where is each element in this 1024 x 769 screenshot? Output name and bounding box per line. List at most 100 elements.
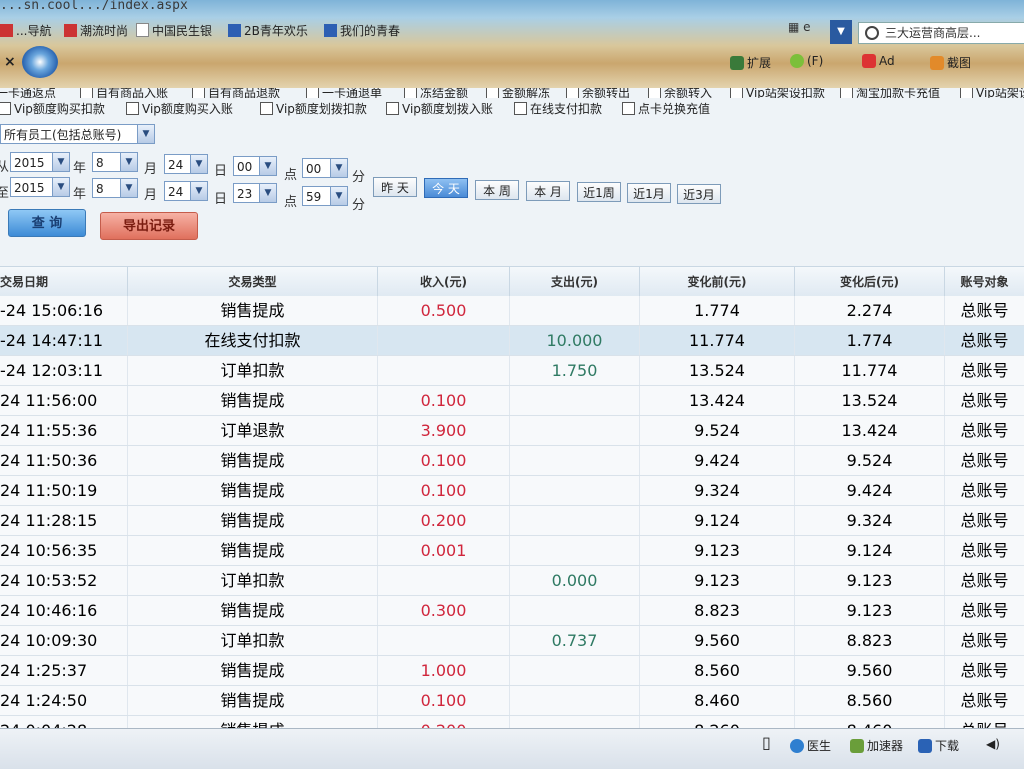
type-checkbox-row-1: 一卡通返点 自有商品入账 自有商品退款 一卡通退单 冻结金额 金额解冻 余额转出… bbox=[0, 88, 1024, 98]
table-row[interactable]: 24 11:50:19 销售提成 0.100 9.324 9.424 总账号 bbox=[0, 476, 1024, 506]
favorite-item-0[interactable]: ...导航 bbox=[0, 22, 51, 39]
cell-account: 总账号 bbox=[960, 421, 1009, 440]
toolbar-item-screenshot[interactable]: 截图 bbox=[930, 54, 971, 71]
table-row[interactable]: 24 10:53:52 订单扣款 0.000 9.123 9.123 总账号 bbox=[0, 566, 1024, 596]
checkbox-vip-buy-deduct[interactable]: Vip额度购买扣款 bbox=[0, 100, 105, 117]
table-row[interactable]: 24 11:55:36 订单退款 3.900 9.524 13.424 总账号 bbox=[0, 416, 1024, 446]
chevron-down-icon[interactable]: ▼ bbox=[830, 20, 852, 44]
table-row[interactable]: -24 12:03:11 订单扣款 1.750 13.524 11.774 总账号 bbox=[0, 356, 1024, 386]
col-date[interactable]: 交易日期 bbox=[0, 267, 128, 297]
cell-before: 9.560 bbox=[640, 626, 795, 655]
status-accelerator[interactable]: 加速器 bbox=[850, 737, 903, 754]
type-checkbox[interactable]: Vip站架设扣款 bbox=[730, 88, 825, 98]
end-day-select[interactable]: 24 ▼ bbox=[164, 181, 208, 201]
cell-type: 销售提成 bbox=[128, 596, 378, 625]
cell-date: -24 14:47:11 bbox=[0, 326, 128, 355]
favorite-item-3[interactable]: 2B青年欢乐 bbox=[228, 22, 308, 39]
cell-income: 0.200 bbox=[378, 506, 510, 535]
type-checkbox[interactable]: 金额解冻 bbox=[486, 88, 550, 98]
start-year-select[interactable]: 2015 ▼ bbox=[10, 152, 70, 172]
status-download[interactable]: 下载 bbox=[918, 737, 959, 754]
end-year-select[interactable]: 2015 ▼ bbox=[10, 177, 70, 197]
type-checkbox[interactable]: 一卡通退单 bbox=[306, 88, 382, 98]
end-minute-select[interactable]: 59 ▼ bbox=[302, 186, 348, 206]
cell-account: 总账号 bbox=[960, 601, 1009, 620]
quick-last-3-months-button[interactable]: 近3月 bbox=[677, 184, 721, 204]
export-button[interactable]: 导出记录 bbox=[100, 212, 198, 240]
cell-income bbox=[378, 326, 510, 355]
table-row[interactable]: 24 1:25:37 销售提成 1.000 8.560 9.560 总账号 bbox=[0, 656, 1024, 686]
cell-after: 9.324 bbox=[795, 506, 945, 535]
cell-account: 总账号 bbox=[960, 661, 1009, 680]
quick-last-month-button[interactable]: 近1月 bbox=[627, 183, 671, 203]
cell-type: 在线支付扣款 bbox=[128, 326, 378, 355]
cell-date: 24 1:25:37 bbox=[0, 656, 128, 685]
checkbox-online-pay-deduct[interactable]: 在线支付扣款 bbox=[514, 100, 602, 117]
type-checkbox[interactable]: 一卡通返点 bbox=[0, 88, 56, 98]
status-doctor[interactable]: 医生 bbox=[790, 737, 831, 754]
type-checkbox[interactable]: Vip站架设 bbox=[960, 88, 1024, 98]
search-box[interactable]: 三大运营商高层... bbox=[858, 22, 1024, 44]
cell-after: 1.774 bbox=[795, 326, 945, 355]
chevron-down-icon: ▼ bbox=[330, 159, 347, 177]
start-day-select[interactable]: 24 ▼ bbox=[164, 154, 208, 174]
close-icon[interactable]: × bbox=[4, 54, 16, 70]
table-row[interactable]: -24 14:47:11 在线支付扣款 10.000 11.774 1.774 总账号 bbox=[0, 326, 1024, 356]
col-after[interactable]: 变化后(元) bbox=[795, 267, 945, 297]
quick-this-week-button[interactable]: 本 周 bbox=[475, 180, 519, 200]
unit-day: 日 bbox=[214, 164, 228, 179]
phone-icon[interactable]: ▯ bbox=[762, 733, 771, 752]
type-checkbox[interactable]: 余额转出 bbox=[566, 88, 630, 98]
table-row[interactable]: 24 10:09:30 订单扣款 0.737 9.560 8.823 总账号 bbox=[0, 626, 1024, 656]
col-expense[interactable]: 支出(元) bbox=[510, 267, 640, 297]
cell-account: 总账号 bbox=[960, 691, 1009, 710]
checkbox-card-recharge[interactable]: 点卡兑换充值 bbox=[622, 100, 710, 117]
checkbox-vip-transfer-credit[interactable]: Vip额度划拨入账 bbox=[386, 100, 493, 117]
start-hour-select[interactable]: 00 ▼ bbox=[233, 156, 277, 176]
toolbar-item-ad[interactable]: Ad bbox=[862, 54, 895, 68]
employee-select[interactable]: 所有员工(包括总账号) ▼ bbox=[0, 124, 155, 144]
table-row[interactable]: -24 15:06:16 销售提成 0.500 1.774 2.274 总账号 bbox=[0, 296, 1024, 326]
type-checkbox[interactable]: 自有商品退款 bbox=[192, 88, 280, 98]
table-row[interactable]: 24 1:24:50 销售提成 0.100 8.460 8.560 总账号 bbox=[0, 686, 1024, 716]
table-row[interactable]: 24 11:50:36 销售提成 0.100 9.424 9.524 总账号 bbox=[0, 446, 1024, 476]
address-bar[interactable]: ...sn.cool.../index.aspx bbox=[0, 0, 188, 16]
type-checkbox[interactable]: 自有商品入账 bbox=[80, 88, 168, 98]
compat-view-icon[interactable]: ▦ e bbox=[788, 20, 830, 42]
favorite-item-1[interactable]: 潮流时尚 bbox=[64, 22, 128, 39]
quick-last-week-button[interactable]: 近1周 bbox=[577, 182, 621, 202]
cell-expense bbox=[510, 536, 640, 565]
favorite-item-2[interactable]: 中国民生银 bbox=[136, 22, 212, 39]
end-month-select[interactable]: 8 ▼ bbox=[92, 178, 138, 198]
checkbox-vip-transfer-deduct[interactable]: Vip额度划拨扣款 bbox=[260, 100, 367, 117]
toolbar-item-extend[interactable]: 扩展 bbox=[730, 54, 771, 71]
quick-this-month-button[interactable]: 本 月 bbox=[526, 181, 570, 201]
unit-minute: 分 bbox=[352, 198, 366, 213]
quick-yesterday-button[interactable]: 昨 天 bbox=[373, 177, 417, 197]
query-button[interactable]: 查 询 bbox=[8, 209, 86, 237]
col-before[interactable]: 变化前(元) bbox=[640, 267, 795, 297]
favorite-item-4[interactable]: 我们的青春 bbox=[324, 22, 400, 39]
col-type[interactable]: 交易类型 bbox=[128, 267, 378, 297]
table-row[interactable]: 24 10:56:35 销售提成 0.001 9.123 9.124 总账号 bbox=[0, 536, 1024, 566]
volume-icon[interactable]: ◀) bbox=[986, 737, 1000, 751]
cell-income: 0.100 bbox=[378, 446, 510, 475]
col-account[interactable]: 账号对象 bbox=[945, 267, 1024, 297]
type-checkbox[interactable]: 淘宝加款卡充值 bbox=[840, 88, 940, 98]
start-month-select[interactable]: 8 ▼ bbox=[92, 152, 138, 172]
toolbar-item-f[interactable]: (F) bbox=[790, 54, 823, 68]
table-row[interactable]: 24 11:56:00 销售提成 0.100 13.424 13.524 总账号 bbox=[0, 386, 1024, 416]
quick-today-button[interactable]: 今 天 bbox=[424, 178, 468, 198]
end-hour-select[interactable]: 23 ▼ bbox=[233, 183, 277, 203]
chevron-down-icon: ▼ bbox=[120, 179, 137, 197]
type-checkbox[interactable]: 冻结金额 bbox=[404, 88, 468, 98]
checkbox-vip-buy-credit[interactable]: Vip额度购买入账 bbox=[126, 100, 233, 117]
chevron-down-icon: ▼ bbox=[137, 125, 154, 143]
table-row[interactable]: 24 10:46:16 销售提成 0.300 8.823 9.123 总账号 bbox=[0, 596, 1024, 626]
start-minute-select[interactable]: 00 ▼ bbox=[302, 158, 348, 178]
cell-date: -24 12:03:11 bbox=[0, 356, 128, 385]
cell-after: 9.123 bbox=[795, 566, 945, 595]
col-income[interactable]: 收入(元) bbox=[378, 267, 510, 297]
table-row[interactable]: 24 11:28:15 销售提成 0.200 9.124 9.324 总账号 bbox=[0, 506, 1024, 536]
type-checkbox[interactable]: 余额转入 bbox=[648, 88, 712, 98]
